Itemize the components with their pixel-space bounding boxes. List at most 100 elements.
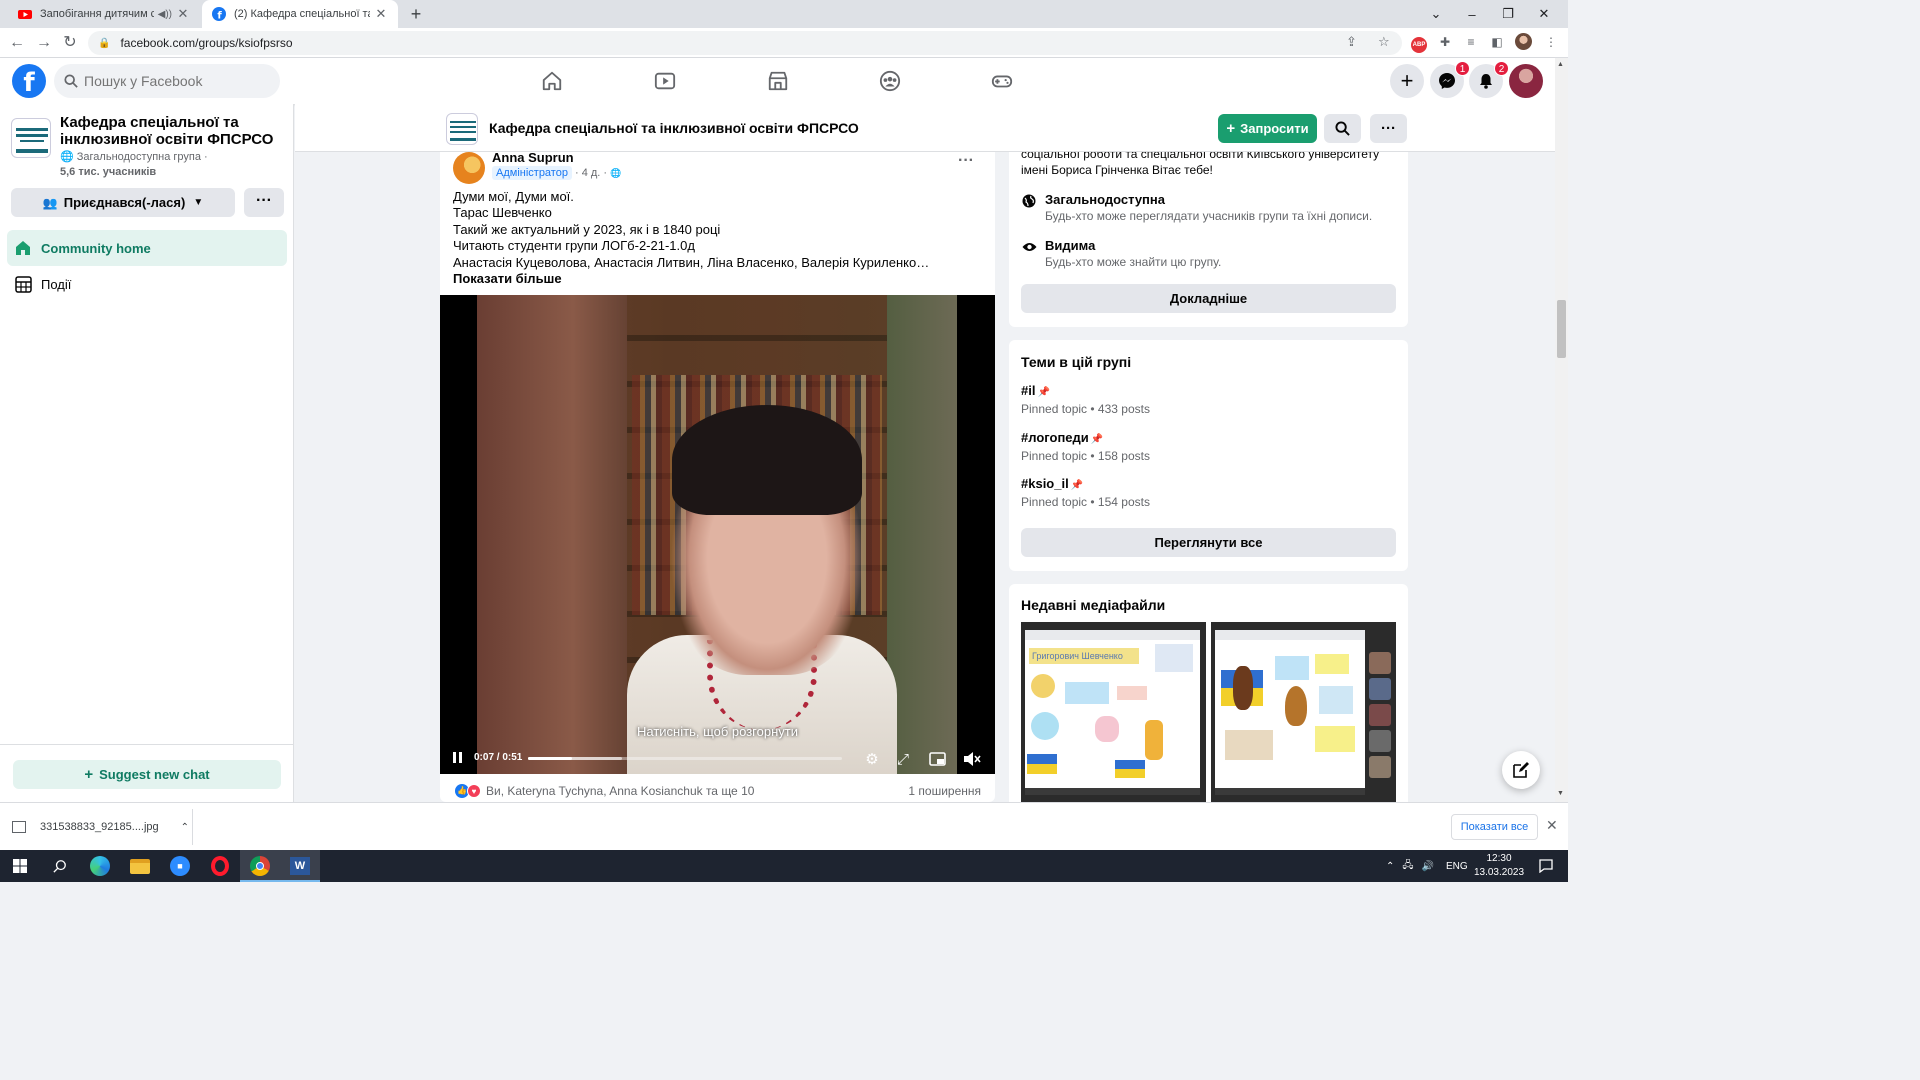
settings-gear-icon[interactable]: ⚙ [862, 749, 882, 769]
sidebar-item-events[interactable]: Події [7, 266, 287, 302]
nav-home[interactable] [538, 66, 566, 96]
fullscreen-icon[interactable]: ⤢ [893, 749, 913, 769]
info-visible-sub: Будь-хто може знайти цю групу. [1045, 255, 1222, 269]
pin-icon: 📌 [1070, 480, 1084, 491]
address-bar[interactable]: 🔒 facebook.com/groups/ksiofpsrso ⇪ ☆ [88, 31, 1402, 55]
messenger-button[interactable]: 1 [1430, 61, 1470, 98]
group-more-button[interactable]: ··· [244, 188, 284, 217]
topic-name[interactable]: #ksio_il [1021, 476, 1069, 491]
facebook-logo[interactable]: f [12, 64, 46, 98]
video-progress-bar[interactable] [528, 757, 842, 760]
minimize-button[interactable]: – [1454, 7, 1490, 22]
notifications-button[interactable]: 2 [1469, 61, 1509, 98]
topic-item[interactable]: #ksio_il 📌 Pinned topic • 154 posts [1021, 475, 1150, 510]
create-button[interactable]: + [1390, 64, 1424, 98]
nav-watch[interactable] [651, 66, 679, 96]
post-reactions[interactable]: 👍 ♥ Ви, Kateryna Tychyna, Anna Kosianchu… [455, 784, 754, 798]
search-input[interactable] [84, 73, 264, 89]
taskbar-clock[interactable]: 12:30 13.03.2023 [1472, 852, 1526, 880]
joined-button[interactable]: 👥 Приєднався(-лася) ▼ [11, 188, 235, 217]
new-tab-button[interactable]: + [406, 4, 426, 24]
notification-center-icon[interactable] [1526, 850, 1566, 882]
muted-volume-icon[interactable] [962, 749, 982, 769]
show-more-link[interactable]: Показати більше [453, 271, 562, 286]
scroll-up-icon[interactable]: ▲ [1557, 61, 1564, 68]
back-icon[interactable]: ← [6, 32, 28, 54]
group-header-name[interactable]: Кафедра спеціальної та інклюзивної освіт… [489, 120, 859, 136]
close-tab-icon[interactable]: ✕ [374, 6, 388, 22]
close-window-button[interactable]: ✕ [1526, 6, 1562, 22]
reload-icon[interactable]: ↻ [59, 32, 81, 54]
topic-item[interactable]: #il 📌 Pinned topic • 433 posts [1021, 382, 1150, 417]
group-members[interactable]: 5,6 тис. учасників [60, 166, 156, 178]
browser-tab-youtube[interactable]: Запобігання дитячим суїцидам ◀)) ✕ [8, 0, 200, 28]
video-expand-hint[interactable]: Натисніть, щоб розгорнути [440, 724, 995, 739]
group-search-button[interactable] [1324, 114, 1361, 143]
invite-button[interactable]: + Запросити [1218, 114, 1317, 143]
sidebar-item-community-home[interactable]: Community home [7, 230, 287, 266]
download-item[interactable]: 331538833_92185....jpg ⌃ [12, 811, 192, 843]
file-explorer-icon[interactable] [120, 850, 160, 882]
network-icon[interactable]: 🖧 [1402, 858, 1413, 875]
maximize-button[interactable]: ❐ [1490, 6, 1526, 22]
author-avatar[interactable] [453, 152, 485, 184]
topic-item[interactable]: #логопеди 📌 Pinned topic • 158 posts [1021, 429, 1150, 464]
adblock-extension-icon[interactable]: ABP [1410, 33, 1428, 53]
post-shares[interactable]: 1 поширення [908, 784, 981, 798]
learn-more-button[interactable]: Докладніше [1021, 284, 1396, 313]
post-time[interactable]: · 4 д. · [575, 167, 607, 179]
lock-icon[interactable]: 🔒 [98, 38, 110, 49]
scrollbar-thumb[interactable] [1557, 300, 1566, 358]
group-thumbnail[interactable] [11, 118, 51, 158]
media-thumbnail[interactable] [1211, 622, 1396, 802]
language-indicator[interactable]: ENG [1446, 861, 1468, 872]
topic-name[interactable]: #логопеди [1021, 430, 1089, 445]
side-panel-icon[interactable]: ◧ [1488, 33, 1506, 51]
windows-start-icon[interactable] [0, 850, 40, 882]
facebook-search[interactable] [54, 64, 280, 98]
group-header-more-button[interactable]: ··· [1370, 114, 1407, 143]
media-thumbnail[interactable]: Григорович Шевченко [1021, 622, 1206, 802]
scroll-down-icon[interactable]: ▼ [1557, 790, 1564, 797]
group-thumbnail[interactable] [446, 113, 478, 145]
share-icon[interactable]: ⇪ [1346, 34, 1357, 50]
taskbar-search-icon[interactable] [40, 850, 80, 882]
browser-tab-facebook[interactable]: f (2) Кафедра спеціальної та інклюзивної… [202, 0, 398, 28]
forward-icon[interactable]: → [33, 32, 55, 54]
nav-marketplace[interactable] [764, 66, 792, 96]
word-icon[interactable]: W [280, 850, 320, 882]
show-all-downloads-button[interactable]: Показати все [1451, 814, 1538, 840]
bookmark-star-icon[interactable]: ☆ [1378, 34, 1390, 50]
admin-badge[interactable]: Адміністратор [492, 166, 572, 180]
picture-in-picture-icon[interactable] [927, 749, 947, 769]
nav-gaming[interactable] [988, 66, 1016, 96]
video-player[interactable]: Натисніть, щоб розгорнути 0:07 / 0:51 ⚙ … [440, 295, 995, 774]
profile-avatar-icon[interactable] [1514, 33, 1532, 51]
close-tab-icon[interactable]: ✕ [176, 6, 190, 22]
post-options-icon[interactable]: ··· [958, 152, 974, 170]
tray-chevron-icon[interactable]: ⌃ [1386, 861, 1394, 872]
mute-icon[interactable]: ◀)) [158, 9, 172, 20]
account-avatar[interactable] [1509, 64, 1543, 98]
topic-name[interactable]: #il [1021, 383, 1035, 398]
page-scrollbar[interactable]: ▲ ▼ [1555, 58, 1568, 802]
url-text: facebook.com/groups/ksiofpsrso [120, 36, 293, 50]
post-author[interactable]: Anna Suprun [492, 152, 574, 165]
close-download-bar-icon[interactable]: ✕ [1546, 817, 1558, 834]
suggest-new-chat-button[interactable]: + Suggest new chat [13, 760, 281, 789]
chrome-icon[interactable] [240, 850, 280, 882]
new-message-button[interactable] [1502, 751, 1540, 789]
tab-search-icon[interactable]: ⌄ [1418, 6, 1454, 22]
pause-icon[interactable] [451, 751, 465, 765]
zoom-icon[interactable]: ■ [160, 850, 200, 882]
volume-icon[interactable]: 🔊 [1422, 861, 1434, 872]
extensions-puzzle-icon[interactable]: ✚ [1436, 33, 1454, 51]
opera-icon[interactable] [200, 850, 240, 882]
nav-groups[interactable] [876, 66, 904, 96]
chevron-up-icon[interactable]: ⌃ [181, 822, 189, 833]
reading-list-icon[interactable]: ≡ [1462, 33, 1480, 51]
edge-icon[interactable] [80, 850, 120, 882]
chrome-menu-icon[interactable]: ⋮ [1542, 33, 1560, 51]
group-name[interactable]: Кафедра спеціальної та інклюзивної освіт… [60, 114, 280, 148]
see-all-topics-button[interactable]: Переглянути все [1021, 528, 1396, 557]
